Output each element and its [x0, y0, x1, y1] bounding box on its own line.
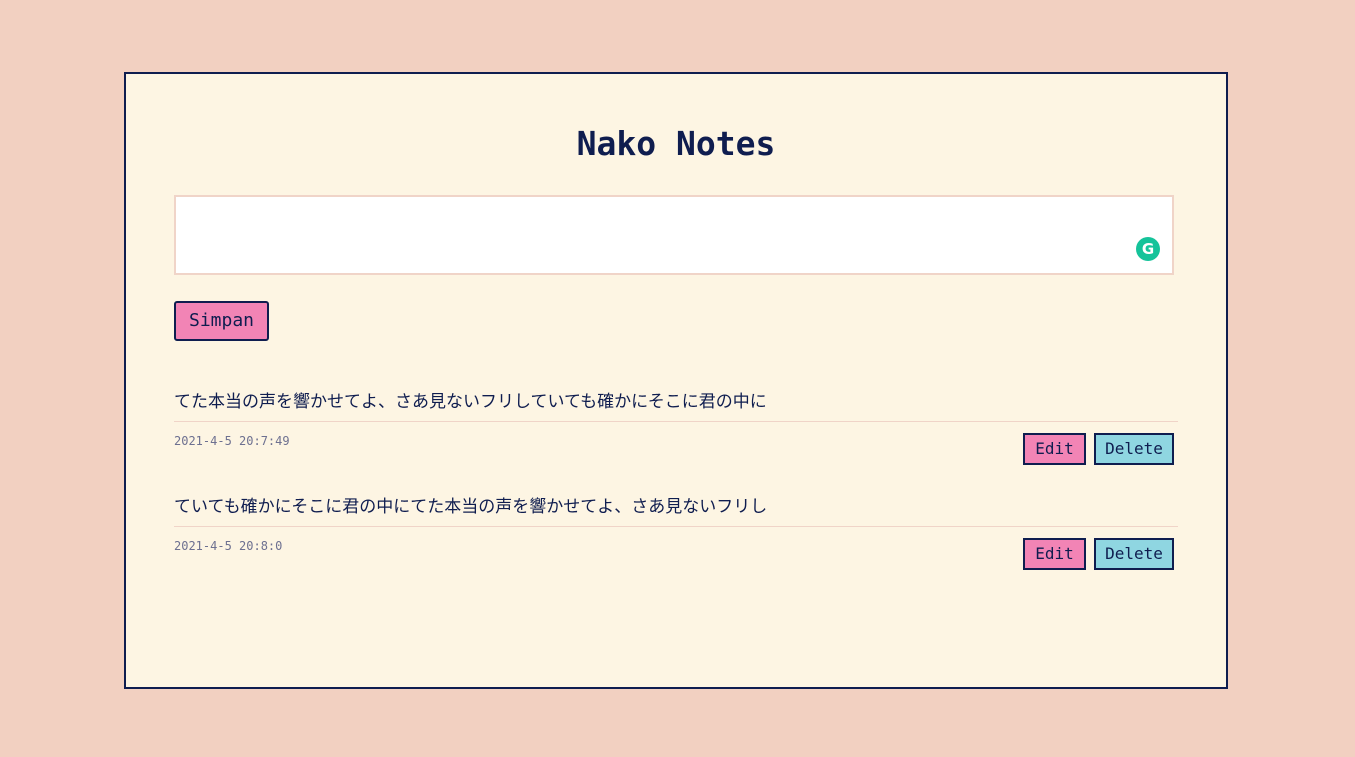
note-text: てた本当の声を響かせてよ、さあ見ないフリしていても確かにそこに君の中に	[174, 392, 767, 412]
note-timestamp: 2021-4-5 20:7:49	[174, 434, 290, 448]
note-input[interactable]	[174, 195, 1174, 275]
note-timestamp: 2021-4-5 20:8:0	[174, 539, 283, 553]
notes-card: Nako Notes G Simpan てた本当の声を響かせてよ、さあ見ないフリ…	[124, 72, 1228, 689]
save-button[interactable]: Simpan	[174, 301, 269, 341]
page-title: Nako Notes	[576, 124, 776, 163]
edit-button[interactable]: Edit	[1023, 433, 1086, 465]
grammarly-icon[interactable]: G	[1136, 237, 1160, 261]
note-divider	[174, 526, 1178, 527]
edit-button[interactable]: Edit	[1023, 538, 1086, 570]
delete-button[interactable]: Delete	[1094, 538, 1174, 570]
note-divider	[174, 421, 1178, 422]
delete-button[interactable]: Delete	[1094, 433, 1174, 465]
note-text: ていても確かにそこに君の中にてた本当の声を響かせてよ、さあ見ないフリし	[174, 497, 768, 517]
